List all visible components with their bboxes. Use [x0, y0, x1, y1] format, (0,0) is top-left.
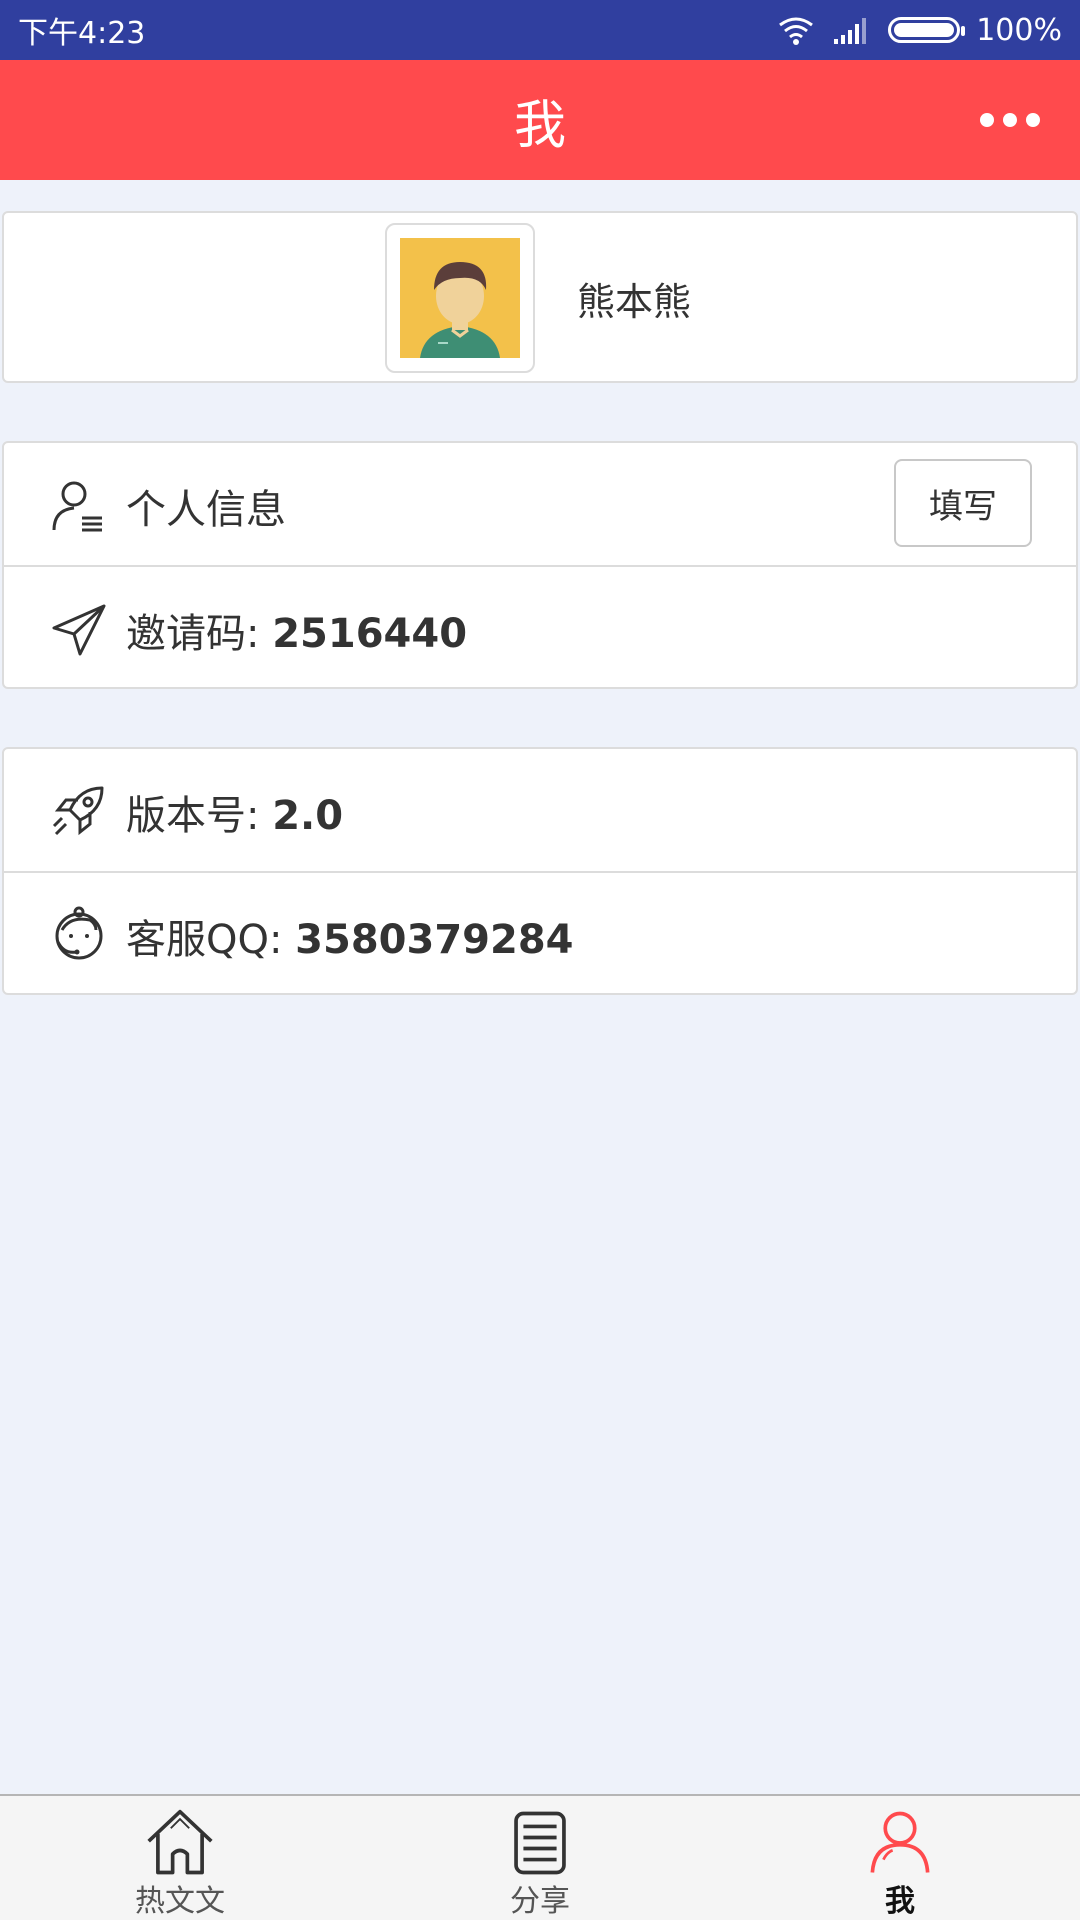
title-bar: 我	[0, 60, 1080, 180]
tab-me[interactable]: 我	[720, 1796, 1080, 1920]
paper-plane-icon	[52, 604, 106, 656]
support-row: 客服QQ: 3580379284	[4, 871, 1076, 993]
version-text: 版本号: 2.0	[126, 783, 343, 841]
username: 熊本熊	[577, 280, 692, 324]
status-time: 下午4:23	[18, 16, 146, 51]
more-dot	[1026, 113, 1040, 127]
user-info-icon	[52, 481, 102, 532]
personal-info-label: 个人信息	[126, 487, 286, 533]
about-group: 版本号: 2.0 客服QQ: 3580379284	[2, 747, 1078, 995]
support-text: 客服QQ: 3580379284	[126, 907, 574, 965]
info-group: 个人信息 填写 邀请码: 2516440	[2, 441, 1078, 689]
wifi-icon	[779, 17, 814, 45]
more-dot	[1003, 113, 1017, 127]
invite-code: 2516440	[272, 611, 468, 657]
fill-button[interactable]: 填写	[894, 459, 1032, 547]
status-bar: 下午4:23 100%	[0, 0, 1080, 60]
customer-service-icon	[55, 906, 103, 960]
tab-label: 热文文	[135, 1884, 225, 1919]
version-row: 版本号: 2.0	[4, 749, 1076, 871]
version-label: 版本号:	[126, 793, 260, 839]
avatar[interactable]	[385, 223, 535, 373]
battery-percent: 100%	[976, 12, 1062, 48]
profile-card[interactable]: 熊本熊	[2, 211, 1078, 383]
page-title: 我	[513, 95, 566, 156]
avatar-image	[400, 238, 520, 358]
battery-icon	[888, 17, 966, 43]
list-icon	[514, 1811, 566, 1875]
status-icons: 100%	[776, 13, 1062, 48]
tab-share[interactable]: 分享	[360, 1796, 720, 1920]
invite-code-row: 邀请码: 2516440	[4, 565, 1076, 687]
invite-label: 邀请码:	[126, 611, 260, 657]
home-icon	[147, 1809, 213, 1875]
more-dot	[980, 113, 994, 127]
version-value: 2.0	[272, 793, 344, 839]
support-qq: 3580379284	[295, 917, 574, 963]
signal-icon	[834, 18, 867, 44]
bottom-tab-bar: 热文文 分享 我	[0, 1794, 1080, 1920]
tab-hot-articles[interactable]: 热文文	[0, 1796, 360, 1920]
tab-label: 我	[885, 1884, 915, 1919]
personal-info-row[interactable]: 个人信息 填写	[4, 443, 1076, 565]
tab-label: 分享	[510, 1884, 570, 1919]
support-label: 客服QQ:	[126, 917, 283, 963]
user-icon	[870, 1811, 930, 1873]
invite-code-text: 邀请码: 2516440	[126, 601, 467, 659]
more-button[interactable]	[980, 105, 1040, 135]
rocket-icon	[52, 786, 104, 836]
